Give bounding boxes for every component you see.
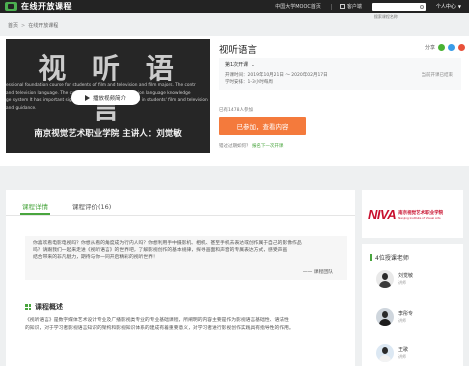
top-nav-bar: 在线开放课程 中国大学MOOC首页 客户端 个人中心 ▼ xyxy=(0,0,469,20)
breadcrumb-current[interactable]: 在线开放课程 xyxy=(28,22,58,29)
wechat-share-icon[interactable] xyxy=(438,44,446,51)
search-input[interactable] xyxy=(371,12,418,20)
video-school-caption: 南京视觉艺术职业学院 主讲人：刘觉敏 xyxy=(34,129,182,139)
teacher-name: 刘觉敏 xyxy=(398,273,414,279)
side-panel: NIVA 南京视觉艺术职业学院 Nanjing Institute of Vis… xyxy=(362,190,463,366)
video-text-line: essional foundation course for students … xyxy=(6,83,196,88)
teacher-item[interactable]: 李彤专 讲师 xyxy=(376,308,413,326)
avatar xyxy=(376,344,394,362)
term-dates: 开课时间：2019年10月21日 ～ 2020年02月17日 xyxy=(225,73,328,78)
school-name-cn: 南京视觉艺术职业学院 xyxy=(398,210,444,216)
missed-term-label: 错过过期如何？ xyxy=(219,144,251,149)
course-intro-quote: 你喜欢看电影电视吗？你想从看的角度成为行内人吗？你想利用手中摄影机、相机、甚至手… xyxy=(25,236,347,280)
intro-video-player[interactable]: 视 听 语 言 essional foundation course for s… xyxy=(6,39,210,153)
play-intro-video-button[interactable]: 播放视频简介 xyxy=(71,90,140,105)
intro-line: 结合带来的非凡魅力，期待与你一同开启精彩的视听世界！ xyxy=(33,255,158,260)
intro-line: 你喜欢看电影电视吗？你想从看的角度成为行内人吗？你想利用手中摄影机、相机、甚至手… xyxy=(33,241,302,246)
missed-term-note: 错过过期如何？ 报名下一次开课 xyxy=(219,143,283,149)
qq-share-icon[interactable] xyxy=(448,44,456,51)
tab-course-reviews[interactable]: 课程评价(16) xyxy=(72,201,111,211)
school-logo[interactable]: NIVA 南京视觉艺术职业学院 Nanjing Institute of Vis… xyxy=(368,207,443,222)
app-download-link[interactable]: 客户端 xyxy=(339,3,362,10)
search-icon[interactable] xyxy=(419,4,424,9)
video-text-line: and guidance. xyxy=(6,105,37,111)
nav-divider xyxy=(330,3,332,10)
weibo-share-icon[interactable] xyxy=(458,44,466,51)
teachers-heading: 4位授课老师 xyxy=(370,253,409,262)
side-divider xyxy=(362,238,463,244)
course-header-card: 视 听 语 言 essional foundation course for s… xyxy=(0,36,469,166)
breadcrumb: 首页 > 在线开放课程 xyxy=(8,22,58,30)
teacher-name: 王歌 xyxy=(398,347,409,353)
logo-icon xyxy=(5,2,17,11)
overview-heading-label: 课程概述 xyxy=(35,303,63,311)
teacher-title: 讲师 xyxy=(398,280,406,285)
teacher-item[interactable]: 王歌 讲师 xyxy=(376,344,408,362)
teacher-item[interactable]: 刘觉敏 讲师 xyxy=(376,270,413,288)
overview-heading: 课程概述 xyxy=(25,302,63,312)
teacher-title: 讲师 xyxy=(398,318,406,323)
share-label: 分享 xyxy=(425,45,436,51)
breadcrumb-home[interactable]: 首页 xyxy=(8,22,18,29)
intro-signature: —— 课程团队 xyxy=(302,270,333,275)
term-selector-label: 第1次开课 xyxy=(225,62,249,68)
course-title: 视听语言 xyxy=(219,45,258,56)
term-selector[interactable]: 第1次开课 ⌄ xyxy=(225,61,255,68)
view-content-button[interactable]: 已参加，查看内容 xyxy=(219,117,306,135)
teachers-heading-label: 4位授课老师 xyxy=(375,255,409,262)
term-status: 当前开课已结束 xyxy=(421,73,454,78)
teacher-name: 李彤专 xyxy=(398,311,414,317)
app-download-label: 客户端 xyxy=(346,4,362,10)
enrolled-count: 已有1478人参加 xyxy=(219,108,253,113)
school-logo-mark: NIVA xyxy=(368,207,397,222)
avatar xyxy=(376,270,394,288)
share-bar: 分享 xyxy=(425,44,466,51)
school-name-en: Nanjing Institute of Visual Arts xyxy=(398,215,441,220)
school-name-block: 南京视觉艺术职业学院 Nanjing Institute of Visual A… xyxy=(398,210,443,220)
chevron-down-icon: ⌄ xyxy=(251,62,255,67)
avatar xyxy=(376,308,394,326)
overview-text: 《视听语言》是数字媒体艺术设计专业及广播影视类专业的专业基础课程，所阐明的内容主… xyxy=(25,317,350,333)
user-center-label: 个人中心 xyxy=(435,4,456,10)
breadcrumb-separator-icon: > xyxy=(21,22,26,29)
site-logo[interactable]: 在线开放课程 xyxy=(5,1,72,12)
mooc-home-link[interactable]: 中国大学MOOC首页 xyxy=(275,3,321,10)
phone-app-icon xyxy=(339,4,345,9)
logo-text: 在线开放课程 xyxy=(21,2,72,11)
overview-line: 的知识，对于学习者影视语言知识的架构和影视知识体系的建成有着重要意义，对学习者进… xyxy=(25,326,294,331)
details-tabs: 课程详情 课程评价(16) xyxy=(6,190,355,216)
intro-line: 吗？请跟我们一起来走进《视听语言》的世界吧，了解影视创作的基本规律，探寻画面和声… xyxy=(33,248,288,253)
chevron-down-icon: ▼ xyxy=(457,4,461,9)
next-term-link[interactable]: 报名下一次开课 xyxy=(252,144,284,149)
term-info-box: 第1次开课 ⌄ 开课时间：2019年10月21日 ～ 2020年02月17日 学… xyxy=(219,58,461,90)
course-details-panel: 课程详情 课程评价(16) 你喜欢看电影电视吗？你想从看的角度成为行内人吗？你想… xyxy=(6,190,355,366)
term-hours: 学时安排：1-3小时每周 xyxy=(225,80,273,85)
overview-line: 《视听语言》是数字媒体艺术设计专业及广播影视类专业的专业基础课程，所阐明的内容主… xyxy=(25,318,289,323)
teacher-title: 讲师 xyxy=(398,354,406,359)
grid-icon xyxy=(25,304,31,310)
user-center-menu[interactable]: 个人中心 ▼ xyxy=(436,3,461,10)
play-icon xyxy=(84,94,90,101)
play-button-label: 播放视频简介 xyxy=(92,95,126,102)
heading-accent-bar xyxy=(370,254,372,261)
tab-course-details[interactable]: 课程详情 xyxy=(20,201,50,215)
search-box xyxy=(371,2,426,20)
